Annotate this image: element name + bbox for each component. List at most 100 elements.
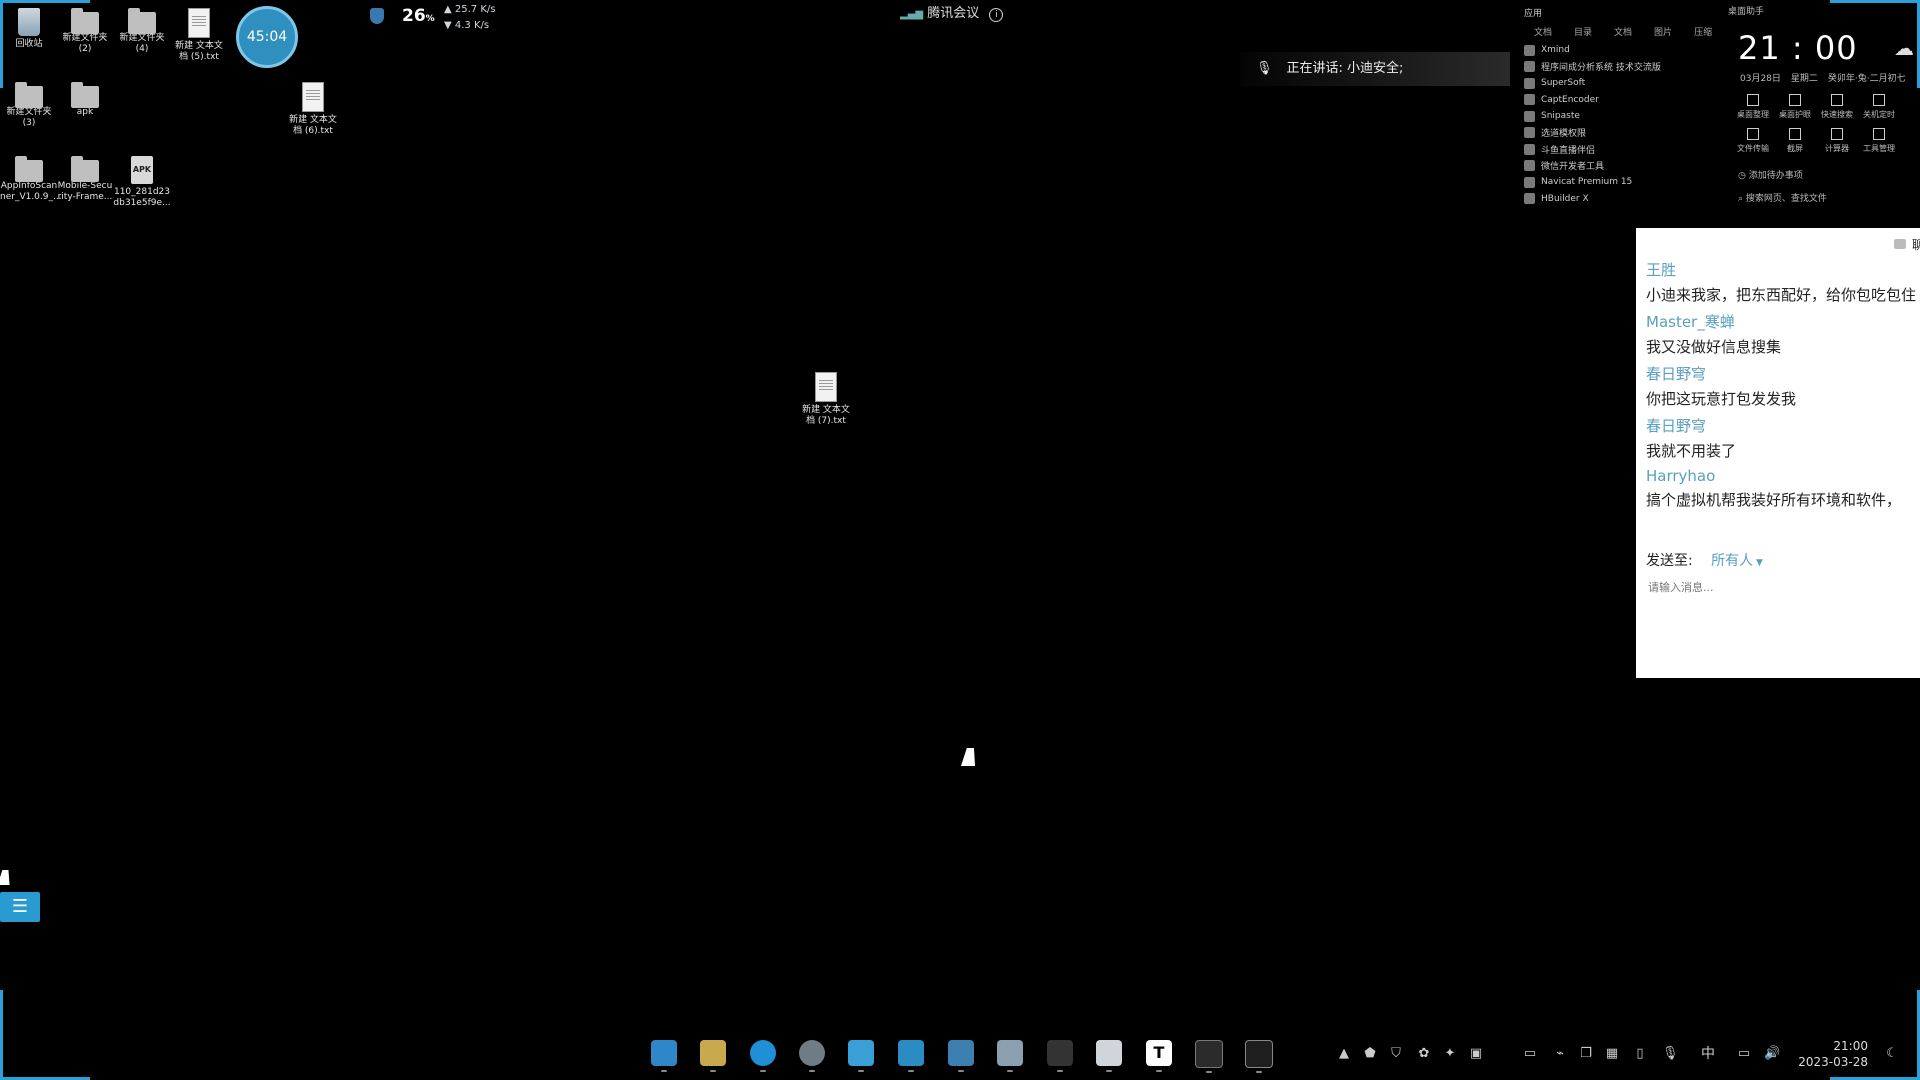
apps-tab[interactable]: 文档 — [1614, 25, 1632, 38]
menu-button[interactable]: ☰ — [0, 892, 40, 922]
clock-time: 21 : 00 — [1738, 29, 1858, 67]
start-icon[interactable] — [651, 1040, 677, 1072]
cpu-unit: % — [425, 14, 435, 24]
desktop-icon-label: apk — [76, 107, 94, 117]
tool-label: 桌面护眼 — [1779, 110, 1811, 119]
desktop-icon-folder[interactable]: AppInfoScan ner_V1.0.9_... — [0, 156, 62, 203]
edge-browser-icon[interactable] — [750, 1040, 776, 1072]
app-icon[interactable] — [1047, 1040, 1073, 1072]
tool-button[interactable]: 工具管理 — [1858, 128, 1900, 154]
notification-moon-icon[interactable]: ☾ — [1884, 1046, 1900, 1062]
tray-monitor-icon[interactable]: ▭ — [1736, 1046, 1752, 1062]
tool-label: 桌面整理 — [1737, 110, 1769, 119]
shield-icon[interactable] — [370, 8, 384, 24]
recycle-bin-icon — [18, 8, 40, 36]
tool-label: 截屏 — [1787, 144, 1803, 153]
apps-tab[interactable]: 图片 — [1654, 25, 1672, 38]
app-list-label: 程序间成分析系统 技术交流版 — [1541, 63, 1661, 74]
desktop-icon-recycle-bin[interactable]: 回收站 — [0, 8, 58, 50]
app-list-item[interactable]: CaptEncoder — [1524, 92, 1724, 109]
desktop-icon-text-file[interactable]: 新建 文本文 档 (6).txt — [284, 82, 342, 137]
app-list-item[interactable]: Navicat Premium 15 — [1524, 174, 1724, 191]
app-icon[interactable] — [997, 1040, 1023, 1072]
app-icon[interactable] — [848, 1040, 874, 1072]
app-icon — [1524, 110, 1535, 122]
folder-icon — [128, 8, 156, 34]
app-icon[interactable] — [1096, 1040, 1122, 1072]
tray-app-icon[interactable]: ✦ — [1442, 1046, 1458, 1062]
volume-icon[interactable]: 🔊 — [1764, 1046, 1780, 1062]
desktop-icon-folder[interactable]: 新建文件夹 (4) — [113, 8, 171, 55]
terminal-icon[interactable] — [1195, 1040, 1223, 1073]
desktop-icon-folder[interactable]: Mobile-Secu rity-Frame... — [56, 156, 114, 203]
desktop-icon-apk[interactable]: APK 110_281d23 db31e5f9e... — [113, 156, 171, 209]
desktop-icon-label: 回收站 — [15, 39, 43, 49]
app-list-item[interactable]: 微信开发者工具 — [1524, 158, 1724, 175]
floating-timer[interactable]: 45:04 — [236, 6, 298, 68]
tray-app-icon[interactable]: ▲ — [1336, 1046, 1352, 1062]
tool-button[interactable]: 快速搜索 — [1816, 94, 1858, 120]
app-icon — [1524, 127, 1535, 139]
tray-shield-icon[interactable]: ⛉ — [1388, 1046, 1404, 1062]
file-explorer-icon[interactable] — [700, 1040, 726, 1072]
tool-button[interactable]: 桌面护眼 — [1774, 94, 1816, 120]
window-icon[interactable] — [1245, 1040, 1273, 1073]
chat-input[interactable] — [1646, 580, 1900, 595]
apps-tab[interactable]: 目录 — [1574, 25, 1592, 38]
tray-display-icon[interactable]: ▭ — [1522, 1046, 1538, 1062]
send-to-label: 发送至: — [1646, 553, 1693, 569]
tool-button[interactable]: 桌面整理 — [1732, 94, 1774, 120]
tool-button[interactable]: 文件传输 — [1732, 128, 1774, 154]
desktop-icon-text-file[interactable]: 新建 文本文 档 (5).txt — [170, 8, 228, 63]
tray-app-icon[interactable]: ✿ — [1416, 1046, 1432, 1062]
info-icon[interactable]: i — [989, 8, 1004, 22]
ime-indicator[interactable]: 中 — [1700, 1046, 1716, 1062]
tray-network-icon[interactable]: ⌁ — [1552, 1046, 1568, 1062]
clock-widget-header: 桌面助手 — [1728, 7, 1765, 17]
notepad-icon[interactable] — [948, 1040, 974, 1072]
app-list-item[interactable]: Xmind — [1524, 42, 1724, 59]
desktop-icon-label: 新建 文本文 档 (5).txt — [175, 41, 223, 62]
send-to-select[interactable]: 所有人 — [1711, 553, 1753, 569]
meeting-app-icon[interactable] — [898, 1040, 924, 1072]
chrome-browser-icon[interactable] — [799, 1040, 825, 1072]
app-list-item[interactable]: HBuilder X — [1524, 191, 1724, 208]
desktop-icon-folder[interactable]: 新建文件夹 (2) — [56, 8, 114, 55]
tool-button[interactable]: 关机定时 — [1858, 94, 1900, 120]
tray-grid-icon[interactable]: ▦ — [1604, 1046, 1620, 1062]
todo-entry[interactable]: ◷ 添加待办事项 — [1738, 168, 1920, 181]
app-list-item[interactable]: SuperSoft — [1524, 75, 1724, 92]
chevron-down-icon[interactable]: ▼ — [1753, 558, 1763, 568]
microphone-icon: 🎙 — [1256, 61, 1273, 76]
desktop-icon-label: 新建 文本文 档 (7).txt — [802, 405, 850, 426]
tool-button[interactable]: 计算器 — [1816, 128, 1858, 154]
desktop-icon-label: 新建文件夹 (3) — [6, 107, 52, 128]
widget-search[interactable]: ⌕ 搜索网页、查找文件 — [1738, 191, 1920, 204]
tray-app-icon[interactable]: ▣ — [1468, 1046, 1484, 1062]
app-list-item[interactable]: Snipaste — [1524, 108, 1724, 125]
typora-icon[interactable]: T — [1146, 1040, 1172, 1072]
app-list-item[interactable]: 选道模权限 — [1524, 125, 1724, 142]
app-list-item[interactable]: 程序间成分析系统 技术交流版 — [1524, 59, 1724, 76]
taskbar-clock[interactable]: 21:00 2023-03-28 — [1796, 1038, 1868, 1070]
mouse-cursor — [0, 870, 15, 885]
meeting-bar[interactable]: ▂▄▆ 腾讯会议 i — [900, 2, 1004, 22]
desktop-icon-folder[interactable]: 新建文件夹 (3) — [0, 82, 58, 129]
chat-header: 聊天 — [1636, 228, 1920, 253]
chat-sender: 春日野穹 — [1646, 365, 1707, 383]
tool-label: 工具管理 — [1863, 144, 1895, 153]
speaking-text: 正在讲话: 小迪安全; — [1286, 61, 1404, 76]
tool-button[interactable]: 截屏 — [1774, 128, 1816, 154]
desktop-icon-text-file[interactable]: 新建 文本文 档 (7).txt — [797, 372, 855, 427]
desktop-icon-folder[interactable]: apk — [56, 82, 114, 118]
desktop-icon-label: Mobile-Secu rity-Frame... — [57, 181, 113, 202]
apk-file-icon: APK — [131, 156, 153, 184]
apps-tab[interactable]: 文档 — [1534, 25, 1552, 38]
apps-tab[interactable]: 压缩 — [1694, 25, 1712, 38]
app-list-item[interactable]: 斗鱼直播伴侣 — [1524, 141, 1724, 158]
tray-phone-icon[interactable]: ▯ — [1632, 1046, 1648, 1062]
tray-app-icon[interactable]: ⬟ — [1362, 1046, 1378, 1062]
tray-window-icon[interactable]: ❐ — [1578, 1046, 1594, 1062]
power-icon — [1873, 94, 1885, 106]
microphone-icon[interactable]: 🎙 — [1662, 1046, 1679, 1062]
